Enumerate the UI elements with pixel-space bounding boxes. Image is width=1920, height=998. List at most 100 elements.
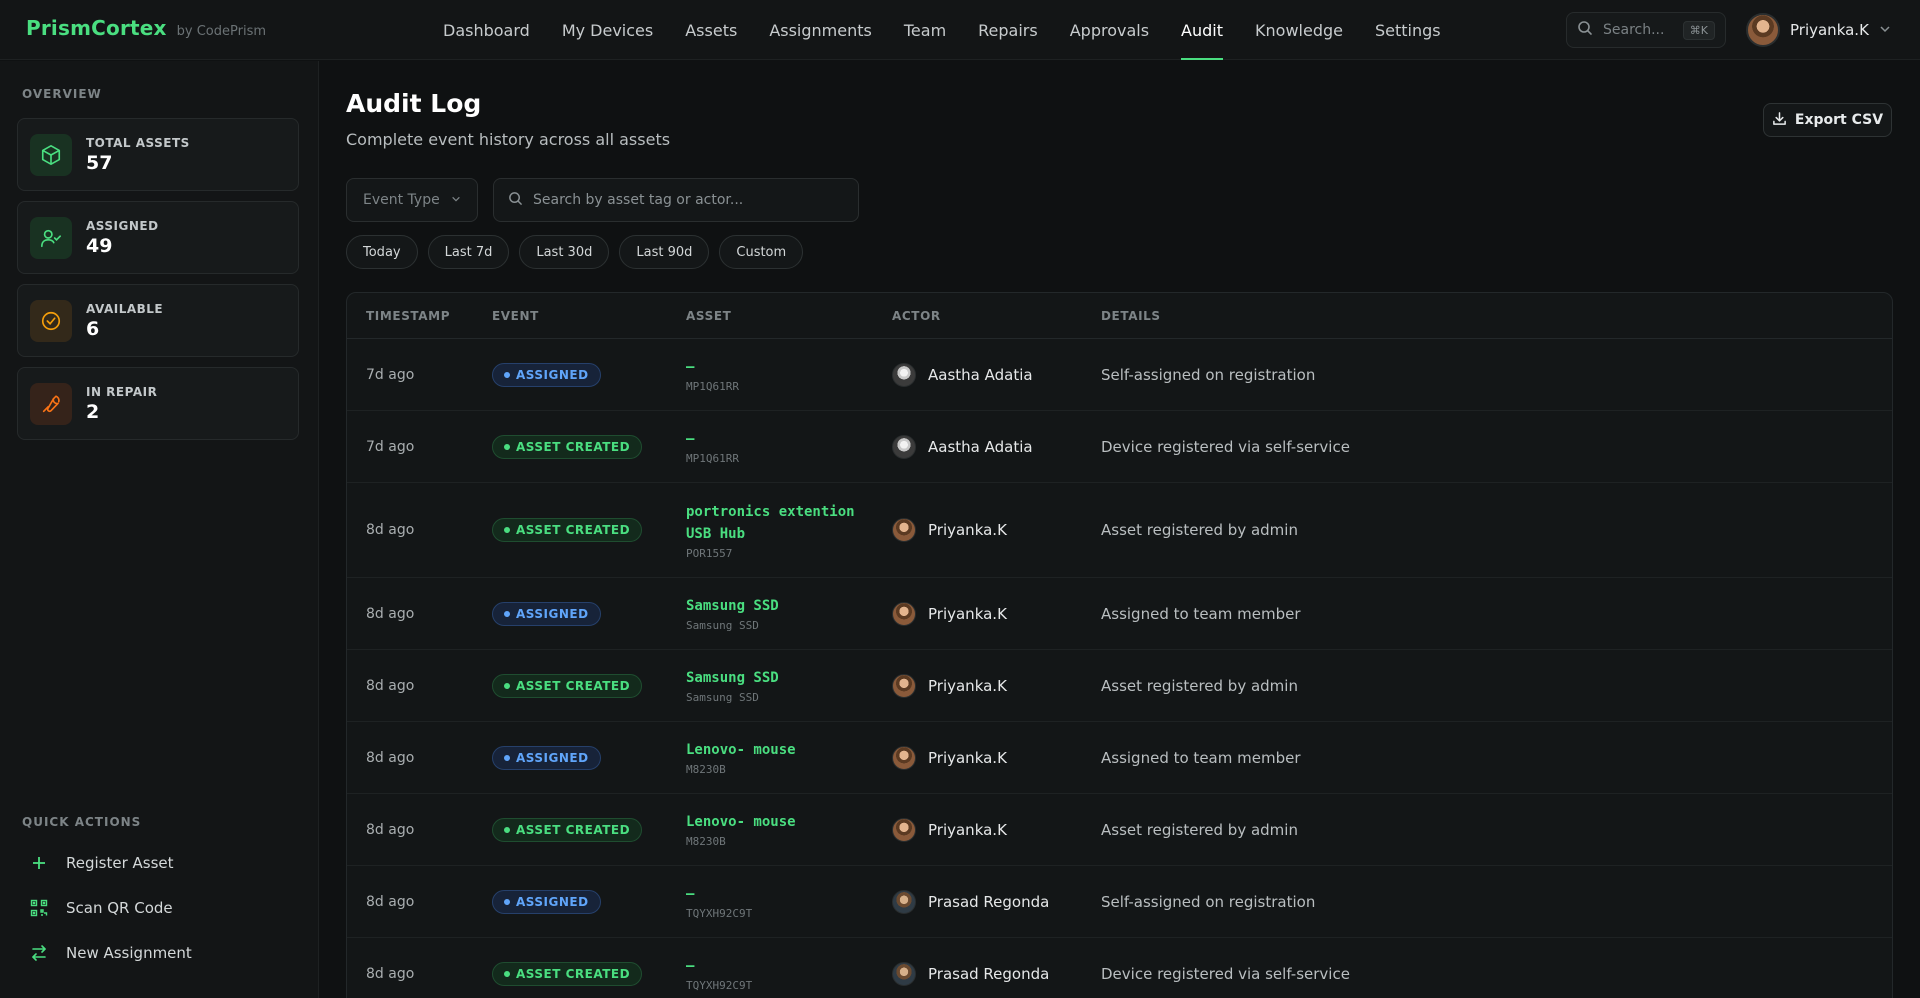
asset-cell[interactable]: – MP1Q61RR <box>686 411 856 482</box>
asset-cell[interactable]: Samsung SSD Samsung SSD <box>686 650 856 721</box>
range-last-30d[interactable]: Last 30d <box>519 235 610 269</box>
check-circle-icon <box>30 299 72 342</box>
table-row[interactable]: 8d ago ASSET CREATED – TQYXH92C9T Prasad Reg… <box>347 938 1892 998</box>
actor-cell: Prasad Regonda <box>892 938 1049 998</box>
nav-assignments[interactable]: Assignments <box>753 0 888 60</box>
status-dot <box>504 754 510 761</box>
avatar <box>892 961 916 986</box>
global-search-placeholder: Search... <box>1603 22 1665 38</box>
nav-team[interactable]: Team <box>888 0 962 60</box>
nav-audit[interactable]: Audit <box>1165 0 1239 60</box>
event-cell: ASSIGNED <box>492 578 601 649</box>
swap-icon <box>30 944 48 962</box>
event-cell: ASSIGNED <box>492 339 601 410</box>
event-details: Assigned to team member <box>1101 604 1301 623</box>
asset-name[interactable]: Samsung SSD <box>686 595 856 617</box>
page-title: Audit Log <box>346 89 482 118</box>
event-label: ASSET CREATED <box>516 966 631 981</box>
register-asset-button[interactable]: Register Asset <box>30 854 174 872</box>
table-row[interactable]: 8d ago ASSET CREATED portronics extention … <box>347 483 1892 578</box>
nav-my-devices[interactable]: My Devices <box>546 0 669 60</box>
asset-cell[interactable]: – MP1Q61RR <box>686 339 856 410</box>
user-menu[interactable]: Priyanka.K <box>1746 12 1891 48</box>
audit-search-field[interactable] <box>493 178 859 222</box>
nav-approvals[interactable]: Approvals <box>1054 0 1165 60</box>
quick-action-label: Register Asset <box>66 854 174 872</box>
asset-name[interactable]: Lenovo- mouse <box>686 811 856 833</box>
table-row[interactable]: 8d ago ASSET CREATED Samsung SSD Samsung SS… <box>347 650 1892 722</box>
scan-qr-code-button[interactable]: Scan QR Code <box>30 899 173 917</box>
details-cell: Self-assigned on registration <box>1101 866 1315 937</box>
search-icon <box>508 191 523 210</box>
chevron-down-icon <box>451 192 461 208</box>
new-assignment-button[interactable]: New Assignment <box>30 944 192 962</box>
range-last-90d[interactable]: Last 90d <box>619 235 710 269</box>
timestamp: 8d ago <box>366 749 415 766</box>
asset-name[interactable]: – <box>686 428 856 450</box>
brand[interactable]: PrismCortex by CodePrism <box>26 16 266 40</box>
audit-search-input[interactable] <box>533 192 833 208</box>
event-type-label: Event Type <box>363 192 440 208</box>
asset-cell[interactable]: Lenovo- mouse M8230B <box>686 722 856 793</box>
table-row[interactable]: 8d ago ASSET CREATED Lenovo- mouse M8230B Pr… <box>347 794 1892 866</box>
actor-name: Prasad Regonda <box>928 892 1050 911</box>
details-cell: Asset registered by admin <box>1101 483 1298 577</box>
range-today[interactable]: Today <box>346 235 418 269</box>
column-header-actor[interactable]: ACTOR <box>892 309 941 323</box>
asset-name[interactable]: Samsung SSD <box>686 667 856 689</box>
range-last-7d[interactable]: Last 7d <box>427 235 510 269</box>
timestamp: 8d ago <box>366 605 415 622</box>
table-row[interactable]: 7d ago ASSIGNED – MP1Q61RR Aastha Adatia Self… <box>347 339 1892 411</box>
search-shortcut: ⌘K <box>1682 20 1715 40</box>
global-search[interactable]: Search... ⌘K <box>1566 12 1726 48</box>
asset-name[interactable]: – <box>686 955 856 977</box>
asset-cell[interactable]: portronics extention USB Hub POR1557 <box>686 483 856 577</box>
nav-knowledge[interactable]: Knowledge <box>1239 0 1359 60</box>
asset-name[interactable]: Lenovo- mouse <box>686 739 856 761</box>
table-row[interactable]: 8d ago ASSIGNED – TQYXH92C9T Prasad Regonda S… <box>347 866 1892 938</box>
asset-name[interactable]: – <box>686 883 856 905</box>
avatar <box>892 673 916 698</box>
search-icon <box>1577 20 1593 40</box>
actor-name: Priyanka.K <box>928 748 1007 767</box>
export-csv-button[interactable]: Export CSV <box>1763 103 1892 137</box>
asset-cell[interactable]: – TQYXH92C9T <box>686 938 856 998</box>
actor-name: Priyanka.K <box>928 604 1007 623</box>
column-header-asset[interactable]: ASSET <box>686 309 731 323</box>
nav-assets[interactable]: Assets <box>669 0 753 60</box>
wrench-icon <box>30 382 72 425</box>
asset-cell[interactable]: Samsung SSD Samsung SSD <box>686 578 856 649</box>
nav-dashboard[interactable]: Dashboard <box>427 0 546 60</box>
column-header-details[interactable]: DETAILS <box>1101 309 1161 323</box>
column-header-timestamp[interactable]: TIMESTAMP <box>366 309 450 323</box>
range-custom[interactable]: Custom <box>719 235 804 269</box>
event-type-select[interactable]: Event Type <box>346 178 478 222</box>
table-row[interactable]: 7d ago ASSET CREATED – MP1Q61RR Aastha Adati… <box>347 411 1892 483</box>
asset-name[interactable]: portronics extention USB Hub <box>686 501 856 545</box>
event-details: Device registered via self-service <box>1101 964 1350 983</box>
asset-cell[interactable]: Lenovo- mouse M8230B <box>686 794 856 865</box>
details-cell: Asset registered by admin <box>1101 650 1298 721</box>
asset-tag: M8230B <box>686 763 726 776</box>
asset-tag: TQYXH92C9T <box>686 979 753 992</box>
brand-name: PrismCortex <box>26 16 167 40</box>
avatar <box>892 434 916 459</box>
table-row[interactable]: 8d ago ASSIGNED Lenovo- mouse M8230B Priyank… <box>347 722 1892 794</box>
stat-card-total-assets[interactable]: TOTAL ASSETS 57 <box>17 118 299 191</box>
timestamp: 7d ago <box>366 366 415 383</box>
asset-name[interactable]: – <box>686 356 856 378</box>
stat-card-in-repair[interactable]: IN REPAIR 2 <box>17 367 299 440</box>
event-label: ASSET CREATED <box>516 822 631 837</box>
stat-card-assigned[interactable]: ASSIGNED 49 <box>17 201 299 274</box>
nav-settings[interactable]: Settings <box>1359 0 1457 60</box>
event-badge: ASSIGNED <box>492 889 601 914</box>
stat-card-available[interactable]: AVAILABLE 6 <box>17 284 299 357</box>
table-row[interactable]: 8d ago ASSIGNED Samsung SSD Samsung SSD Priy… <box>347 578 1892 650</box>
quick-action-label: Scan QR Code <box>66 899 173 917</box>
column-header-event[interactable]: EVENT <box>492 309 539 323</box>
asset-tag: Samsung SSD <box>686 691 759 704</box>
timestamp: 8d ago <box>366 893 415 910</box>
asset-cell[interactable]: – TQYXH92C9T <box>686 866 856 937</box>
stat-label: AVAILABLE <box>86 301 164 316</box>
nav-repairs[interactable]: Repairs <box>962 0 1054 60</box>
